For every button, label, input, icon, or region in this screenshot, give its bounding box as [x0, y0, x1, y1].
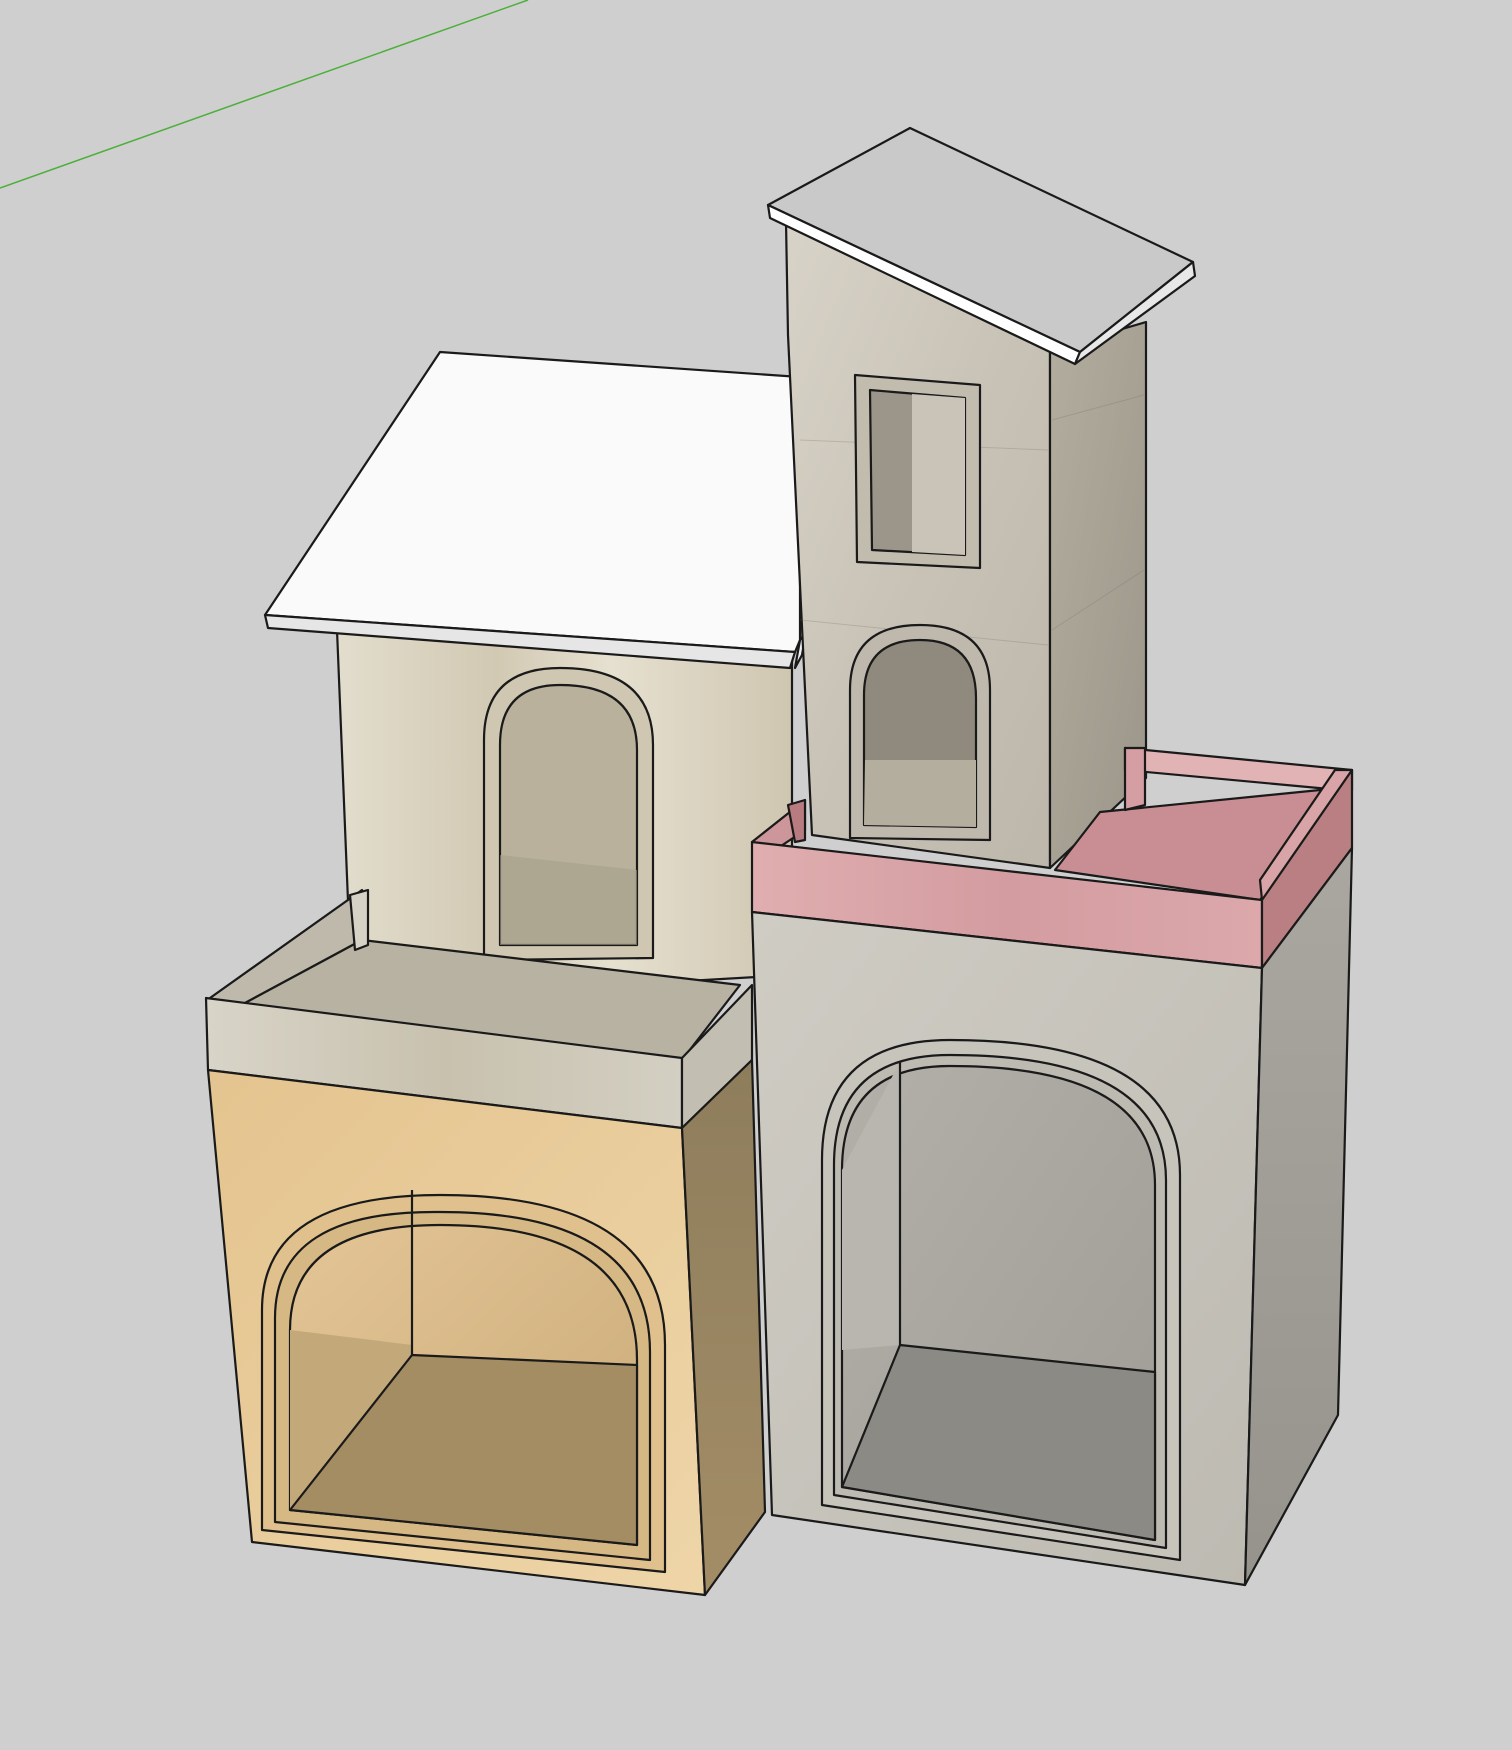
green-axis-line	[0, 0, 529, 189]
3d-model-canvas[interactable]	[0, 0, 1512, 1750]
upper-roof[interactable]	[263, 350, 802, 654]
right-box[interactable]	[750, 746, 1354, 1587]
model-viewport[interactable]	[0, 0, 1512, 1750]
left-box[interactable]	[204, 888, 767, 1597]
